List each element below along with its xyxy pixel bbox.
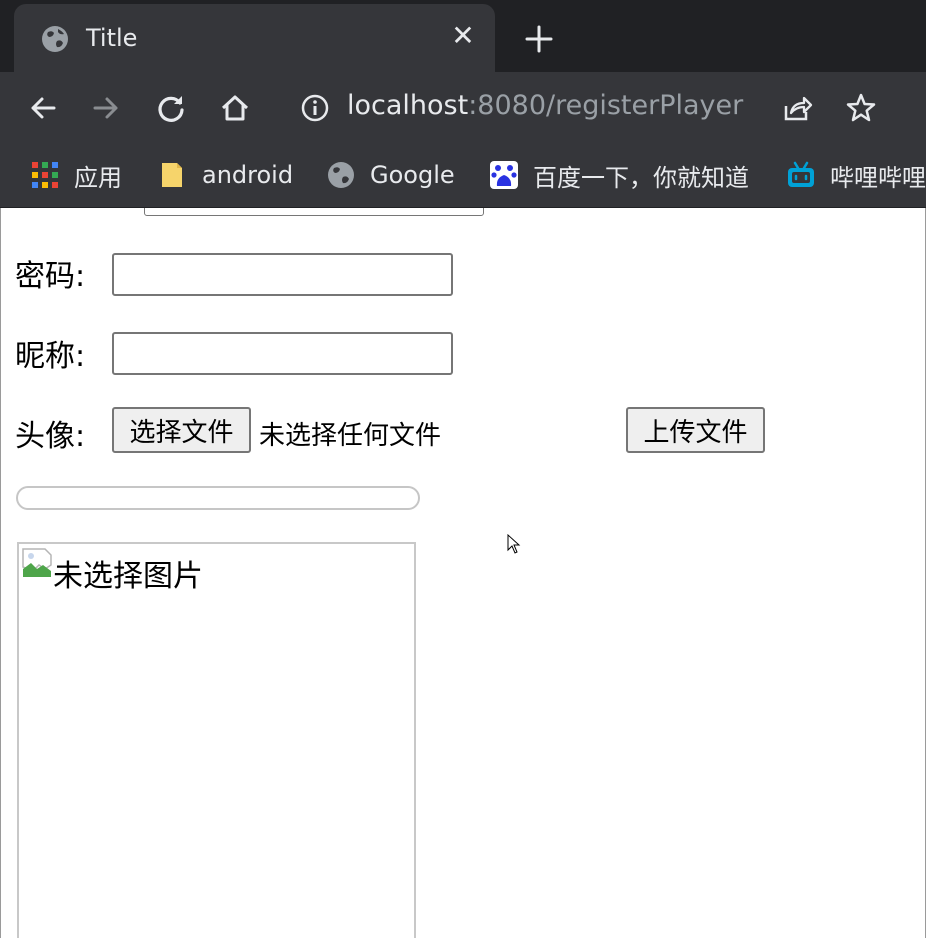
folder-icon bbox=[162, 163, 182, 187]
home-icon[interactable] bbox=[219, 92, 251, 124]
bookmark-bilibili[interactable]: 哔哩哔哩 bbox=[786, 159, 926, 192]
preview-alt-text: 未选择图片 bbox=[53, 559, 203, 594]
arrow-right-icon[interactable] bbox=[90, 92, 122, 124]
plus-icon[interactable] bbox=[522, 22, 556, 56]
bookmarks-bar: 应用 android Google 百度一下，你就知道 哔哩哔哩 bbox=[0, 144, 926, 208]
bookmark-label: Google bbox=[370, 161, 455, 189]
url-host: localhost bbox=[347, 90, 469, 121]
arrow-left-icon[interactable] bbox=[27, 92, 59, 124]
bookmark-apps[interactable]: 应用 bbox=[30, 159, 122, 192]
baidu-icon bbox=[490, 161, 518, 189]
bookmark-google[interactable]: Google bbox=[326, 159, 455, 191]
bookmark-baidu[interactable]: 百度一下，你就知道 bbox=[489, 159, 749, 192]
reload-icon[interactable] bbox=[155, 92, 187, 124]
close-icon[interactable]: ✕ bbox=[448, 21, 478, 51]
mouse-cursor-icon bbox=[507, 534, 521, 554]
share-icon[interactable] bbox=[781, 92, 813, 124]
bilibili-icon bbox=[788, 161, 814, 187]
star-icon[interactable] bbox=[845, 92, 877, 124]
bookmark-android[interactable]: android bbox=[158, 159, 293, 191]
password-input[interactable] bbox=[112, 253, 453, 296]
bookmark-label: 百度一下，你就知道 bbox=[533, 163, 749, 192]
globe-icon bbox=[328, 162, 354, 188]
browser-tab[interactable]: Title ✕ bbox=[14, 4, 495, 72]
browser-tab-strip: Title ✕ bbox=[0, 0, 926, 72]
password-label: 密码: bbox=[15, 259, 86, 294]
upload-progress-bar bbox=[16, 486, 420, 510]
nickname-label: 昵称: bbox=[15, 339, 86, 374]
bookmark-label: 应用 bbox=[74, 163, 122, 192]
tab-title: Title bbox=[86, 24, 138, 52]
info-icon[interactable] bbox=[299, 92, 331, 124]
page-content: 密码: 昵称: 头像: 选择文件 未选择任何文件 上传文件 未选择图片 bbox=[0, 208, 926, 938]
username-input[interactable] bbox=[144, 208, 484, 216]
upload-file-button[interactable]: 上传文件 bbox=[626, 407, 765, 453]
url-path: :8080/registerPlayer bbox=[468, 90, 744, 121]
choose-file-button[interactable]: 选择文件 bbox=[112, 407, 251, 453]
bookmark-label: 哔哩哔哩 bbox=[830, 163, 926, 192]
avatar-label: 头像: bbox=[15, 419, 86, 454]
avatar-preview: 未选择图片 bbox=[17, 542, 416, 938]
nickname-input[interactable] bbox=[112, 332, 453, 375]
globe-icon bbox=[42, 26, 68, 52]
file-status-text: 未选择任何文件 bbox=[259, 421, 442, 451]
address-bar-url[interactable]: localhost:8080/registerPlayer bbox=[347, 90, 743, 121]
apps-grid-icon bbox=[32, 162, 58, 188]
bookmark-label: android bbox=[202, 161, 294, 189]
broken-image-icon bbox=[22, 548, 52, 577]
browser-toolbar: localhost:8080/registerPlayer bbox=[0, 72, 926, 144]
